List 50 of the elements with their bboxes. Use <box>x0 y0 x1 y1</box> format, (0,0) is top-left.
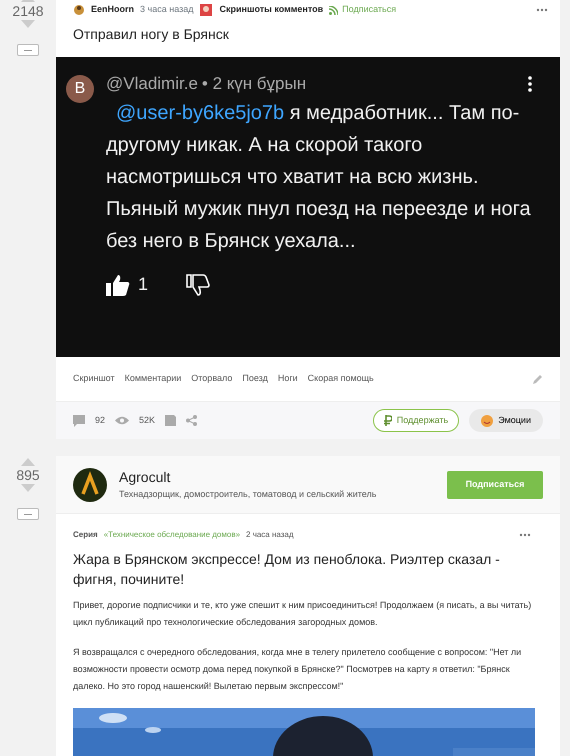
rss-icon <box>329 6 338 14</box>
share-icon[interactable] <box>186 415 198 426</box>
upvote-icon[interactable] <box>21 458 35 466</box>
avatar-icon <box>73 468 107 502</box>
community-link[interactable]: Скриншоты комментов <box>219 3 324 17</box>
avatar-icon <box>73 4 85 16</box>
rating-count: 895 <box>16 466 40 484</box>
eye-icon <box>115 416 130 425</box>
more-icon <box>528 76 532 92</box>
downvote-icon[interactable] <box>21 484 35 492</box>
save-icon[interactable] <box>165 415 176 426</box>
comment-icon[interactable] <box>73 414 85 426</box>
comment-time: • 2 күн бұрын <box>202 73 306 96</box>
user-avatar: B <box>66 75 94 103</box>
author-bio: Технадзорщик, домостроитель, томатовод и сельский житель <box>119 488 378 502</box>
comment-username: @Vladimir.e <box>106 73 198 96</box>
series-label: Серия <box>73 529 98 541</box>
view-count: 52K <box>139 414 156 427</box>
collapse-button[interactable] <box>17 44 39 56</box>
tag-link[interactable]: Ноги <box>278 372 298 386</box>
tag-link[interactable]: Поезд <box>242 372 268 386</box>
post-title: Жара в Брянском экспрессе! Дом из пеноблока. Риэлтер сказал - фигня, почините! <box>72 550 501 589</box>
comment-count: 92 <box>95 414 106 427</box>
community-icon <box>199 3 214 17</box>
mention-link[interactable]: @user-by6ke5jo7b <box>116 102 284 124</box>
thumbs-down-icon <box>186 274 210 296</box>
post-time: 3 часа назад <box>140 3 194 16</box>
post-title: Отправил ногу в Брянск <box>72 25 230 44</box>
post-paragraph: Привет, дорогие подписчики и те, кто уже спешит к ним присоединиться! Продолжаем (я писать, а вы читать) цикл публикаций про технологические обследования загородных домов. <box>72 599 532 629</box>
edit-icon[interactable] <box>533 374 543 384</box>
ruble-icon <box>384 415 392 426</box>
more-icon[interactable] <box>519 533 531 537</box>
donate-button[interactable]: Поддержать <box>372 408 460 432</box>
tag-link[interactable]: Комментарии <box>124 372 182 386</box>
thumbs-up-icon <box>106 274 130 296</box>
tag-link[interactable]: Скриншот <box>73 372 115 386</box>
more-icon[interactable] <box>536 8 548 12</box>
downvote-icon[interactable] <box>21 20 35 28</box>
post-time: 2 часа назад <box>246 529 294 541</box>
author-link[interactable]: EenHoorn <box>91 3 134 17</box>
like-count: 1 <box>138 273 148 296</box>
tag-link[interactable]: Оторвало <box>191 372 232 386</box>
tag-link[interactable]: Скорая помощь <box>308 372 374 386</box>
comment-text: @user-by6ke5jo7b я медработник... Там по-другому никак. А на скорой такого насмотришься что хватит на всю жизнь. Пьяный мужик пнул поезд на переезде и нога без него в Брянск уехала... <box>106 101 531 254</box>
author-name[interactable]: Agrocult <box>119 467 435 488</box>
post-paragraph: Я возвращался с очередного обследования, когда мне в телегу прилетело сообщение с вопросом: "Нет ли возможности провести осмотр дома перед покупкой в Брянске?" Посмотрев на карту я ответил: "Брянск далеко. Но это город нашенский! Вылетаю первым экспрессом!" <box>72 646 522 693</box>
emotions-button[interactable]: Эмоции <box>469 408 543 432</box>
emoji-icon <box>481 414 494 426</box>
collapse-button[interactable] <box>17 508 39 520</box>
rating-count: 2148 <box>12 2 44 20</box>
